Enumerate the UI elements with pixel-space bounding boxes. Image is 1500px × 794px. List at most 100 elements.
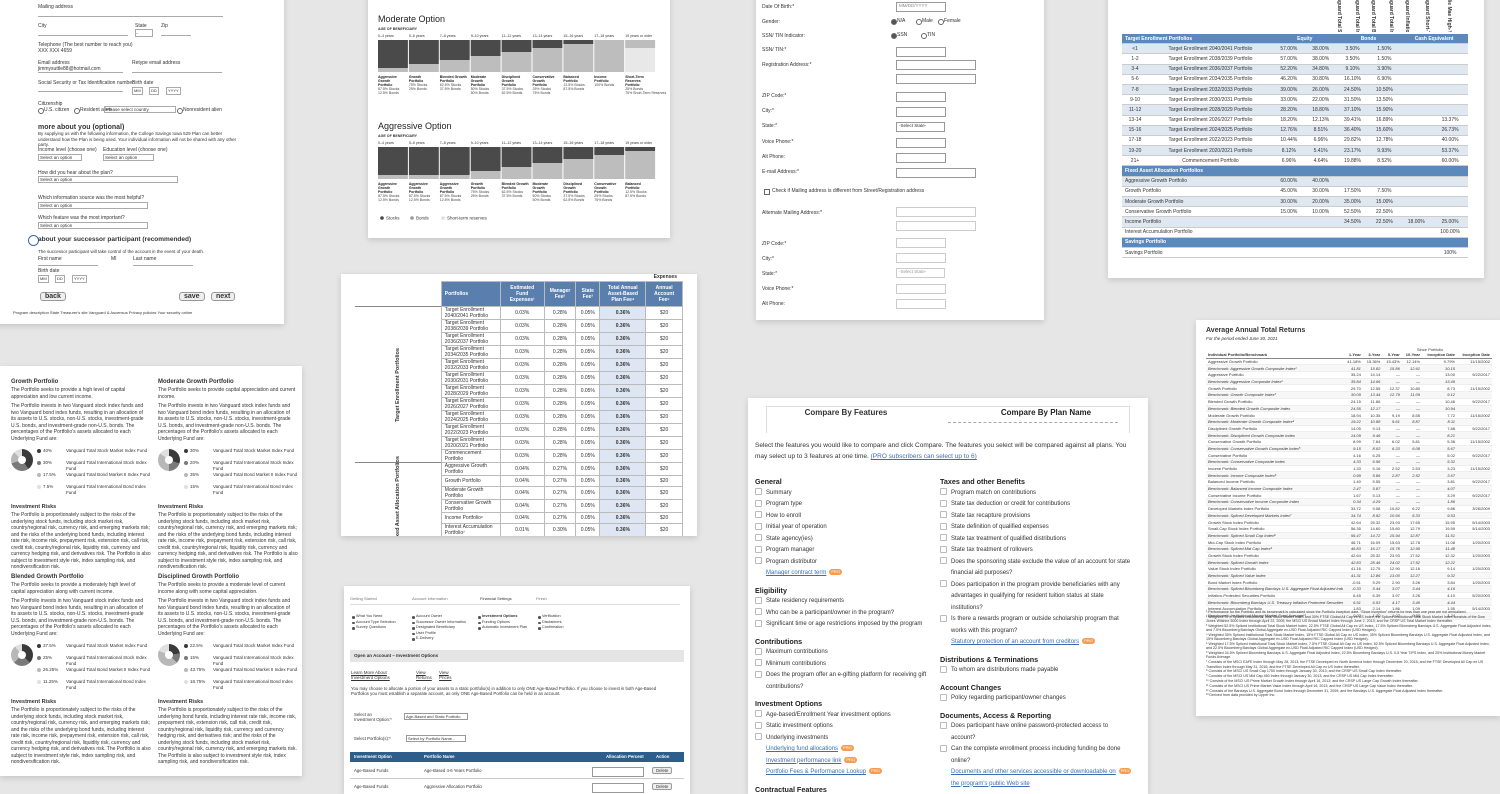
view-returns-link[interactable]: View Returns bbox=[416, 670, 432, 680]
feature-checkbox-item[interactable]: Does the sponsoring state exclude the va… bbox=[940, 557, 1145, 569]
wizard-substep[interactable]: Successor Owner Information bbox=[416, 620, 466, 624]
feature-checkbox-item[interactable]: State agency(ies) bbox=[755, 534, 940, 546]
wizard-substep[interactable]: User Profile bbox=[416, 631, 436, 635]
heard-about-select[interactable]: Select an option bbox=[38, 176, 178, 183]
footer-links[interactable]: Program description State Treasurer's si… bbox=[13, 310, 192, 315]
successor-birth-yyyy-select[interactable]: YYYY bbox=[72, 275, 87, 283]
dob-input[interactable]: MM/DD/YYYY bbox=[896, 2, 946, 12]
birth-dd-select[interactable]: DD bbox=[149, 87, 159, 95]
feature-checkbox-item[interactable]: Maximum contributions bbox=[755, 647, 940, 659]
feature-checkbox-item[interactable]: Does participant have online password-pr… bbox=[940, 721, 1145, 733]
feature-checkbox-item[interactable]: State tax deduction or credit for contri… bbox=[940, 499, 1145, 511]
feature-checkbox-item[interactable]: Program manager bbox=[755, 545, 940, 557]
education-select[interactable]: Select an option bbox=[103, 154, 154, 161]
feature-checkbox-item[interactable]: Static investment options bbox=[755, 721, 940, 733]
feature-checkbox-item[interactable]: Program type bbox=[755, 499, 940, 511]
feature-link-item[interactable]: Manager contract term PRO bbox=[755, 568, 940, 580]
owner-text-input[interactable] bbox=[896, 153, 946, 163]
feature-checkbox-item[interactable]: Significant time or age restrictions imp… bbox=[755, 619, 940, 631]
owner-text-input[interactable] bbox=[896, 92, 946, 102]
wizard-substep[interactable]: E-Delivery bbox=[416, 636, 434, 640]
feature-checkbox-item[interactable]: Age-based/Enrollment Year investment opt… bbox=[755, 710, 940, 722]
feature-checkbox-item[interactable]: How to enroll bbox=[755, 511, 940, 523]
feature-select[interactable]: Select an option bbox=[38, 222, 148, 229]
ssn-input[interactable] bbox=[38, 91, 123, 92]
feature-link-item[interactable]: Documents and other services accessible … bbox=[940, 767, 1145, 779]
owner-text-input[interactable] bbox=[896, 60, 976, 70]
feature-checkbox-item[interactable]: Does participation in the program provid… bbox=[940, 580, 1145, 592]
feature-checkbox-item[interactable]: Who can be a participant/owner in the pr… bbox=[755, 608, 940, 620]
wizard-substep[interactable]: Investment Options bbox=[482, 614, 517, 618]
feature-checkbox-item[interactable]: Can the complete enrollment process incl… bbox=[940, 744, 1145, 756]
wizard-substep[interactable]: Disclaimers bbox=[542, 620, 562, 624]
owner-text-input[interactable] bbox=[896, 138, 946, 148]
allocation-percent-input[interactable] bbox=[592, 767, 644, 777]
zip-input[interactable] bbox=[161, 30, 191, 36]
pro-subscribers-link[interactable]: (PRO subscribers can select up to 6) bbox=[871, 453, 977, 460]
wizard-substep[interactable]: Account Owner bbox=[416, 614, 442, 618]
feature-link-item[interactable]: Investment performance link PRO bbox=[755, 756, 940, 768]
city-input[interactable] bbox=[38, 30, 128, 36]
alt-text-input[interactable] bbox=[896, 284, 946, 294]
tab-compare-by-plan-name[interactable]: Compare By Plan Name bbox=[948, 408, 1144, 417]
feature-link-item[interactable]: the program's public Web site bbox=[940, 779, 1145, 791]
alt-state-select[interactable]: -Select State- bbox=[896, 268, 945, 278]
feature-checkbox-item[interactable]: Is there a rewards program or outside sc… bbox=[940, 614, 1145, 626]
wizard-substep[interactable]: Confirmation bbox=[542, 625, 564, 629]
alt-text-input[interactable] bbox=[896, 299, 946, 309]
owner-text-input[interactable] bbox=[896, 107, 946, 117]
feature-link-item[interactable]: Statutory protection of an account from … bbox=[940, 637, 1145, 649]
successor-birth-mm-select[interactable]: MM bbox=[38, 275, 49, 283]
wizard-substep[interactable]: What You Need bbox=[356, 614, 382, 618]
alt-text-input[interactable] bbox=[896, 221, 976, 231]
back-button[interactable]: back bbox=[40, 292, 66, 301]
last-name-input[interactable] bbox=[133, 265, 193, 266]
feature-checkbox-item[interactable]: State residency requirements bbox=[755, 596, 940, 608]
owner-text-input[interactable] bbox=[896, 47, 946, 57]
first-name-input[interactable] bbox=[38, 265, 98, 266]
feature-link-item[interactable]: Portfolio Fees & Performance Lookup PRO bbox=[755, 767, 940, 779]
feature-checkbox-item[interactable]: State definition of qualified expenses bbox=[940, 522, 1145, 534]
mailing-address-input[interactable] bbox=[38, 10, 223, 17]
investment-option-select[interactable]: Age-Based and Static Portfolio bbox=[404, 713, 468, 720]
telephone-input[interactable]: XXX XXX 4659 bbox=[38, 48, 72, 54]
alt-text-input[interactable] bbox=[896, 207, 976, 217]
feature-checkbox-item[interactable]: Initial year of operation bbox=[755, 522, 940, 534]
feature-checkbox-item[interactable]: Program match on contributions bbox=[940, 488, 1145, 500]
wizard-substep[interactable]: Survey Questions bbox=[356, 625, 386, 629]
alt-text-input[interactable] bbox=[896, 253, 946, 263]
feature-checkbox-item[interactable]: Underlying investments bbox=[755, 733, 940, 745]
wizard-substep[interactable]: Designated Beneficiary bbox=[416, 625, 455, 629]
owner-text-input[interactable] bbox=[896, 74, 976, 84]
feature-link-item[interactable]: Underlying fund allocations PRO bbox=[755, 744, 940, 756]
email-input[interactable]: jimmysuttle88@hotmail.com bbox=[38, 66, 123, 73]
portfolio-select[interactable]: Select by Portfolio Name... bbox=[406, 735, 466, 742]
wizard-step[interactable]: Financial Settings bbox=[480, 596, 512, 601]
allocation-percent-input[interactable] bbox=[592, 783, 644, 793]
feature-checkbox-item[interactable]: Minimum contributions bbox=[755, 659, 940, 671]
wizard-substep[interactable]: Automatic Investment Plan bbox=[482, 625, 527, 629]
tab-compare-by-features[interactable]: Compare By Features bbox=[748, 408, 944, 417]
feature-checkbox-item[interactable]: To whom are distributions made payable bbox=[940, 665, 1145, 677]
feature-checkbox-item[interactable]: Policy regarding participant/owner chang… bbox=[940, 693, 1145, 705]
state-select[interactable]: -Select State- bbox=[896, 122, 945, 132]
feature-checkbox-item[interactable]: Summary bbox=[755, 488, 940, 500]
birth-yyyy-select[interactable]: YYYY bbox=[166, 87, 181, 95]
feature-checkbox-item[interactable]: State tax recapture provisions bbox=[940, 511, 1145, 523]
delete-button[interactable]: Delete bbox=[652, 767, 673, 774]
birth-mm-select[interactable]: MM bbox=[132, 87, 143, 95]
wizard-substep[interactable]: Account Type Selection bbox=[356, 620, 396, 624]
save-button[interactable]: save bbox=[179, 292, 205, 301]
wizard-substep[interactable]: Funding Options bbox=[482, 620, 510, 624]
next-button[interactable]: next bbox=[211, 292, 236, 301]
learn-more-link[interactable]: Learn More About Investment Options bbox=[351, 670, 395, 680]
wizard-substep[interactable]: Verification bbox=[542, 614, 561, 618]
owner-text-input[interactable] bbox=[896, 168, 976, 178]
retype-email-input[interactable] bbox=[132, 72, 222, 73]
delete-button[interactable]: Delete bbox=[652, 783, 673, 790]
state-select[interactable]: – bbox=[135, 29, 153, 37]
wizard-step[interactable]: Account Information bbox=[412, 596, 448, 601]
mailing-different-checkbox[interactable] bbox=[764, 189, 770, 195]
income-select[interactable]: Select an option bbox=[38, 154, 82, 161]
wizard-step[interactable]: Getting Started bbox=[350, 596, 377, 601]
